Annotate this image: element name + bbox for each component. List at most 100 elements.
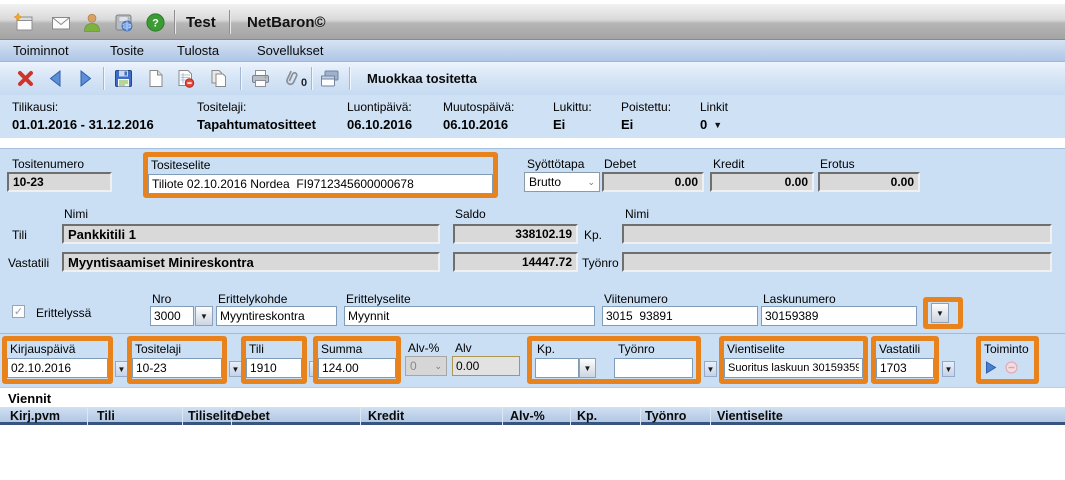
entry-vastatili-input[interactable] xyxy=(876,358,934,378)
tyonro-label: Työnro xyxy=(582,256,619,270)
user-icon[interactable] xyxy=(81,12,103,34)
remove-entry-icon[interactable] xyxy=(1005,361,1018,374)
column-separator xyxy=(710,407,711,425)
column-separator xyxy=(360,407,361,425)
environment-label: Test xyxy=(186,14,216,31)
help-icon[interactable]: ? xyxy=(146,13,165,32)
info-value: 01.01.2016 - 31.12.2016 xyxy=(12,117,154,132)
laskunumero-label: Laskunumero xyxy=(763,292,836,306)
attachment-icon[interactable] xyxy=(281,68,302,89)
tili-highlight: Tili xyxy=(241,336,307,384)
erittelykohde-input[interactable] xyxy=(216,306,337,326)
vastatili-saldo-field xyxy=(453,252,578,272)
voucher-form-panel: Tositenumero Tositeselite Syöttötapa Bru… xyxy=(0,148,1065,333)
col-tyonro: Työnro xyxy=(645,409,686,423)
info-value: Ei xyxy=(553,117,592,132)
tyonro-dropdown-button[interactable]: ▼ xyxy=(704,361,717,377)
tili-saldo-field xyxy=(453,224,578,244)
vastatili-dropdown-button[interactable]: ▼ xyxy=(942,361,955,377)
erittelyselite-input[interactable] xyxy=(344,306,595,326)
toolbar-separator xyxy=(240,67,241,90)
tyonro-name-field xyxy=(622,252,1052,272)
new-window-icon[interactable] xyxy=(13,12,35,34)
vastatili-highlight: Vastatili xyxy=(871,336,939,384)
summa-input[interactable] xyxy=(318,358,396,378)
chevron-down-icon: ▼ xyxy=(713,120,722,130)
menu-tosite[interactable]: Tosite xyxy=(110,43,144,58)
erotus-field xyxy=(818,172,920,192)
run-entry-icon[interactable] xyxy=(985,361,997,374)
chevron-down-icon: ⌄ xyxy=(434,361,442,372)
entry-tositelaji-input[interactable] xyxy=(132,358,222,378)
toolbar-separator xyxy=(103,67,104,90)
next-icon[interactable] xyxy=(75,68,96,89)
erittelyssa-checkbox[interactable]: ✓ xyxy=(12,305,25,318)
delete-icon[interactable] xyxy=(15,68,36,89)
tositeselite-label: Tositeselite xyxy=(148,157,493,174)
col-kp: Kp. xyxy=(577,409,597,423)
syottotapa-select[interactable]: Brutto ⌄ xyxy=(524,172,600,192)
toiminto-label: Toiminto xyxy=(981,341,1034,358)
web-save-icon[interactable] xyxy=(113,12,135,34)
debet-label: Debet xyxy=(604,157,636,171)
erittelykohde-label: Erittelykohde xyxy=(218,292,287,306)
tositeselite-input[interactable] xyxy=(148,174,493,194)
chevron-down-icon: ⌄ xyxy=(587,177,595,188)
col-tiliselite: Tiliselite xyxy=(188,409,238,423)
info-muutospaiva: Muutospäivä: 06.10.2016 xyxy=(443,100,514,132)
kirjauspaiva-input[interactable] xyxy=(7,358,108,378)
erotus-label: Erotus xyxy=(820,157,855,171)
info-label: Tilikausi: xyxy=(12,100,154,114)
syottotapa-label: Syöttötapa xyxy=(527,157,584,171)
menu-sovellukset[interactable]: Sovellukset xyxy=(257,43,323,58)
info-value: Tapahtumatositteet xyxy=(197,117,316,132)
kredit-label: Kredit xyxy=(713,157,744,171)
tositenumero-field xyxy=(7,172,112,192)
viitenumero-label: Viitenumero xyxy=(604,292,668,306)
erittelyssa-label: Erittelyssä xyxy=(36,306,91,320)
column-separator xyxy=(640,407,641,425)
print-icon[interactable] xyxy=(250,68,271,89)
toiminto-highlight: Toiminto xyxy=(976,336,1039,384)
entry-tyonro-input[interactable] xyxy=(614,358,693,378)
nimi-label: Nimi xyxy=(64,207,88,221)
kirjauspaiva-label: Kirjauspäivä xyxy=(7,341,108,358)
column-separator xyxy=(502,407,503,425)
mail-icon[interactable] xyxy=(50,12,72,34)
col-kredit: Kredit xyxy=(368,409,404,423)
info-lukittu: Lukittu: Ei xyxy=(553,100,592,132)
entry-kp-input[interactable] xyxy=(535,358,579,378)
alv-pct-select[interactable]: 0 ⌄ xyxy=(405,356,447,376)
viitenumero-input[interactable] xyxy=(602,306,758,326)
links-dropdown[interactable]: 0 ▼ xyxy=(700,117,728,132)
info-value: 06.10.2016 xyxy=(347,117,412,132)
viennit-table-header: Kirj.pvm Tili Tiliselite Debet Kredit Al… xyxy=(0,407,1065,425)
menu-tulosta[interactable]: Tulosta xyxy=(177,43,219,58)
tili-label: Tili xyxy=(12,228,27,242)
new-document-icon[interactable] xyxy=(145,68,166,89)
menu-toiminnot[interactable]: Toiminnot xyxy=(13,43,69,58)
alv-label: Alv xyxy=(455,341,472,355)
invoice-dropdown-highlight: ▼ xyxy=(923,297,963,329)
info-tositelaji: Tositelaji: Tapahtumatositteet xyxy=(197,100,316,132)
nro-input[interactable] xyxy=(150,306,194,326)
invoice-dropdown-button[interactable]: ▼ xyxy=(931,303,949,323)
laskunumero-input[interactable] xyxy=(761,306,917,326)
remove-document-icon[interactable] xyxy=(175,68,196,89)
nro-dropdown-button[interactable]: ▼ xyxy=(195,306,213,326)
alv-field xyxy=(452,356,520,376)
entry-kp-dropdown-button[interactable]: ▼ xyxy=(579,358,596,378)
copy-icon[interactable] xyxy=(208,68,229,89)
entry-vastatili-label: Vastatili xyxy=(876,341,934,358)
info-tilikausi: Tilikausi: 01.01.2016 - 31.12.2016 xyxy=(12,100,154,132)
entry-tili-input[interactable] xyxy=(246,358,302,378)
prev-icon[interactable] xyxy=(45,68,66,89)
info-label: Muutospäivä: xyxy=(443,100,514,114)
save-icon[interactable] xyxy=(113,68,134,89)
app-name: NetBaron© xyxy=(247,14,326,31)
info-label: Poistettu: xyxy=(621,100,671,114)
tositeselite-highlight: Tositeselite xyxy=(143,152,498,198)
entry-vientiselite-input[interactable] xyxy=(724,358,863,378)
entry-tositelaji-label: Tositelaji xyxy=(132,341,222,358)
windows-icon[interactable] xyxy=(319,68,340,89)
